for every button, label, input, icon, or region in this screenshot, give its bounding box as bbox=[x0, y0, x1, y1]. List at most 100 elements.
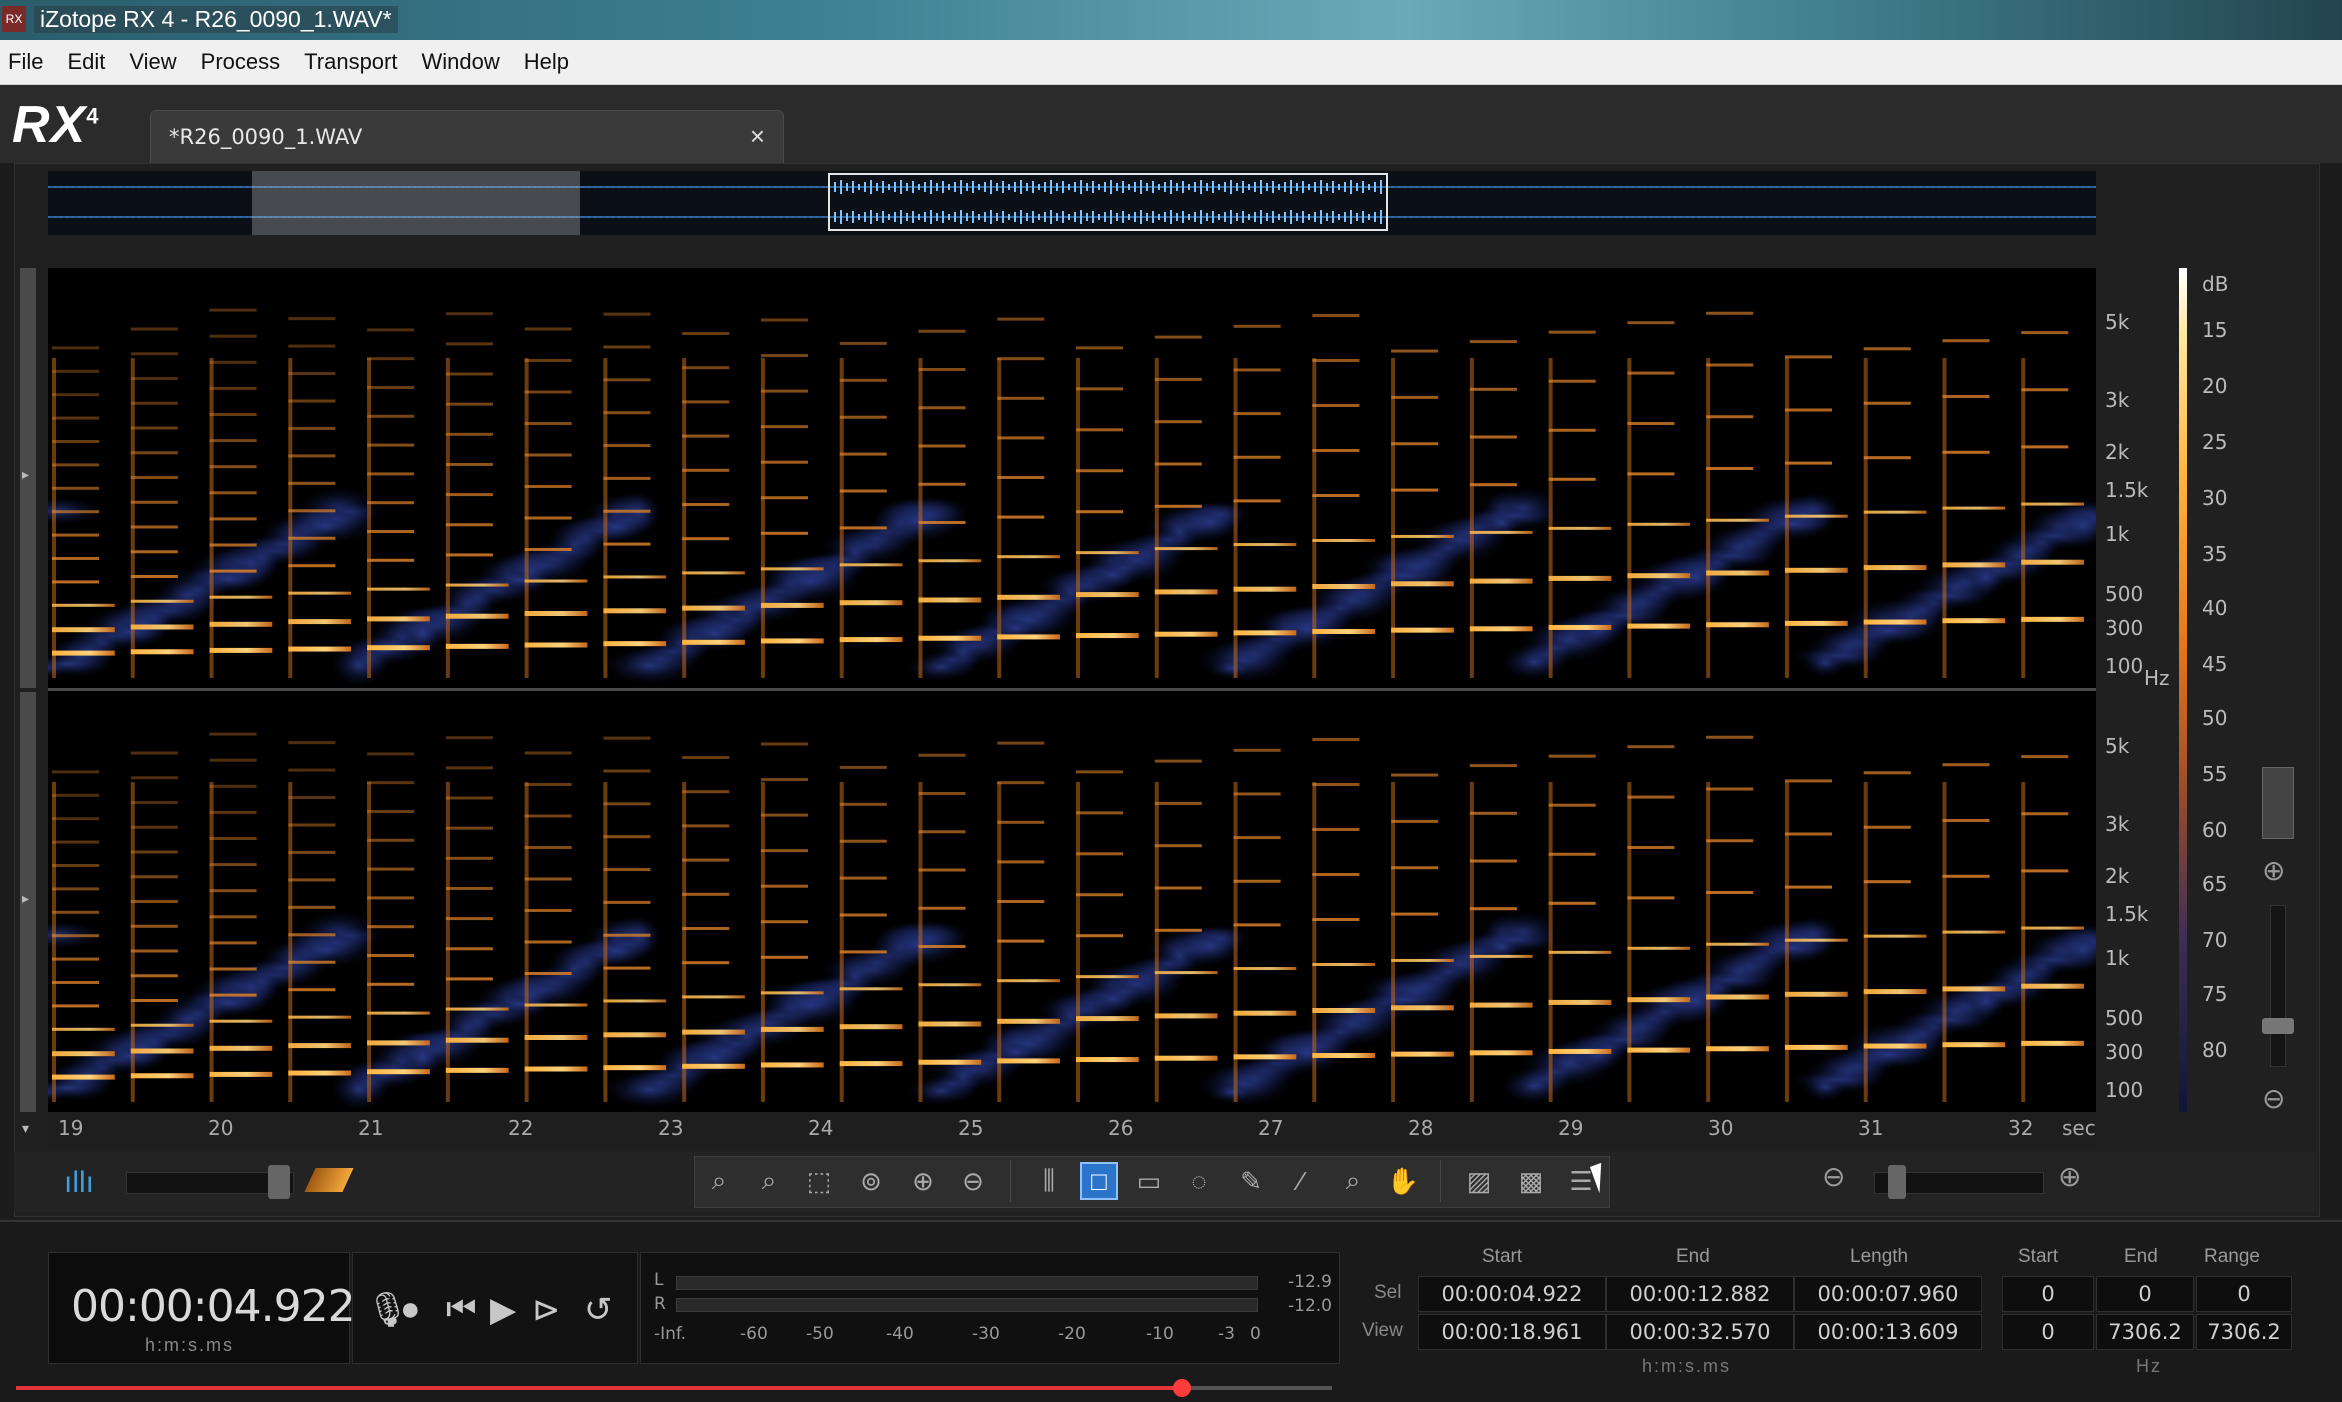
freq-label: 2k bbox=[2105, 440, 2130, 464]
sel-freq-range-field[interactable]: 0 bbox=[2196, 1276, 2292, 1312]
time-label: 30 bbox=[1708, 1116, 1734, 1140]
time-label: 24 bbox=[808, 1116, 834, 1140]
db-label: 35 bbox=[2202, 542, 2228, 566]
time-freq-select-icon[interactable]: □ bbox=[1080, 1162, 1118, 1200]
time-display[interactable]: 00:00:04.922 h:m:s.ms bbox=[48, 1252, 356, 1364]
time-label: 19 bbox=[58, 1116, 84, 1140]
playback-progress-fill bbox=[16, 1386, 1182, 1390]
freq-zoom-slider-knob[interactable] bbox=[2262, 1018, 2294, 1034]
time-label: 25 bbox=[958, 1116, 984, 1140]
lasso-icon[interactable]: ◌ bbox=[1180, 1162, 1218, 1200]
zoom-all-icon[interactable]: ⊚ bbox=[852, 1162, 890, 1200]
spectrum-1-icon[interactable]: ▨ bbox=[1460, 1162, 1498, 1200]
zoom-out-freq-icon[interactable]: ⊖ bbox=[954, 1162, 992, 1200]
sel-freq-end-field[interactable]: 0 bbox=[2096, 1276, 2194, 1312]
overview-view-window[interactable] bbox=[828, 173, 1388, 231]
spectrum-2-icon[interactable]: ▩ bbox=[1512, 1162, 1550, 1200]
freq-label: 3k bbox=[2105, 388, 2130, 412]
db-label: 70 bbox=[2202, 928, 2228, 952]
freq-select-icon[interactable]: ▭ bbox=[1130, 1162, 1168, 1200]
current-time: 00:00:04.922 bbox=[71, 1281, 356, 1332]
time-label: 31 bbox=[1858, 1116, 1884, 1140]
app-icon[interactable]: RX bbox=[2, 6, 26, 32]
channel-divider bbox=[48, 688, 2096, 691]
view-length-field[interactable]: 00:00:13.609 bbox=[1794, 1314, 1982, 1350]
db-label: 15 bbox=[2202, 318, 2228, 342]
collapse-arrow-icon[interactable]: ▾ bbox=[22, 1120, 29, 1137]
menu-transport[interactable]: Transport bbox=[296, 49, 413, 75]
freq-label: 300 bbox=[2105, 1040, 2144, 1064]
sel-start-field[interactable]: 00:00:04.922 bbox=[1418, 1276, 1606, 1312]
view-freq-start-field[interactable]: 0 bbox=[2002, 1314, 2094, 1350]
meter-scale-label: -10 bbox=[1146, 1324, 1174, 1344]
overview-selection[interactable] bbox=[252, 171, 580, 235]
close-tab-icon[interactable]: × bbox=[750, 121, 765, 152]
find-similar-icon[interactable]: ⌕ bbox=[1334, 1162, 1372, 1200]
waveform-overview[interactable] bbox=[48, 171, 2096, 235]
zoom-in-time-icon[interactable]: ⌕ bbox=[700, 1162, 738, 1200]
zoom-selection-icon[interactable]: ⬚ bbox=[800, 1162, 838, 1200]
menu-view[interactable]: View bbox=[121, 49, 192, 75]
db-label: 20 bbox=[2202, 374, 2228, 398]
freq-header-start: Start bbox=[2018, 1246, 2059, 1267]
meter-scale-label: -20 bbox=[1058, 1324, 1086, 1344]
freq-label: 100 bbox=[2105, 654, 2144, 678]
loop-button[interactable]: ↺ bbox=[584, 1290, 613, 1330]
skip-to-start-button[interactable]: ⏮ bbox=[446, 1290, 477, 1329]
play-selection-button[interactable]: ⊳ bbox=[532, 1290, 561, 1330]
time-ruler[interactable] bbox=[48, 1112, 2096, 1148]
playback-progress-knob[interactable] bbox=[1172, 1379, 1191, 1397]
db-label: 65 bbox=[2202, 872, 2228, 896]
view-freq-end-field[interactable]: 7306.2 bbox=[2096, 1314, 2194, 1350]
db-color-scale bbox=[2179, 268, 2187, 1112]
time-label: 21 bbox=[358, 1116, 384, 1140]
title-bar: RX iZotope RX 4 - R26_0090_1.WAV* bbox=[0, 0, 2342, 40]
sel-length-field[interactable]: 00:00:07.960 bbox=[1794, 1276, 1982, 1312]
expand-arrow-icon[interactable]: ▸ bbox=[22, 466, 29, 483]
blend-slider-knob[interactable] bbox=[268, 1165, 290, 1199]
menu-edit[interactable]: Edit bbox=[59, 49, 121, 75]
color-map-thumbnail[interactable] bbox=[2262, 767, 2294, 839]
meter-right-label: R bbox=[654, 1294, 666, 1314]
view-freq-range-field[interactable]: 7306.2 bbox=[2196, 1314, 2292, 1350]
menu-process[interactable]: Process bbox=[193, 49, 296, 75]
freq-zoom-slider[interactable] bbox=[2270, 905, 2286, 1067]
brush-icon[interactable]: ✎ bbox=[1232, 1162, 1270, 1200]
view-start-field[interactable]: 00:00:18.961 bbox=[1418, 1314, 1606, 1350]
sel-end-field[interactable]: 00:00:12.882 bbox=[1606, 1276, 1794, 1312]
record-button[interactable]: ● bbox=[400, 1290, 421, 1329]
meter-scale-label: -60 bbox=[740, 1324, 768, 1344]
meter-left-bar bbox=[676, 1276, 1258, 1290]
sel-freq-start-field[interactable]: 0 bbox=[2002, 1276, 2094, 1312]
time-label: 20 bbox=[208, 1116, 234, 1140]
info-header-end: End bbox=[1676, 1246, 1710, 1267]
meter-scale-label: -40 bbox=[886, 1324, 914, 1344]
view-end-field[interactable]: 00:00:32.570 bbox=[1606, 1314, 1794, 1350]
file-tab[interactable]: *R26_0090_1.WAV × bbox=[150, 110, 784, 164]
time-label: 32 bbox=[2008, 1116, 2034, 1140]
meter-scale-label: -3 bbox=[1218, 1324, 1235, 1344]
time-format-label: h:m:s.ms bbox=[145, 1335, 235, 1355]
zoom-out-time-icon[interactable]: ⊖ bbox=[1822, 1160, 1845, 1193]
zoom-out-time-icon[interactable]: ⌕ bbox=[750, 1162, 788, 1200]
menu-help[interactable]: Help bbox=[516, 49, 585, 75]
db-label: 75 bbox=[2202, 982, 2228, 1006]
menu-file[interactable]: File bbox=[0, 49, 59, 75]
info-header-start: Start bbox=[1482, 1246, 1523, 1267]
play-button[interactable]: ▶ bbox=[490, 1290, 516, 1330]
magic-wand-icon[interactable]: ⁄ bbox=[1282, 1162, 1320, 1200]
zoom-in-freq-icon[interactable]: ⊕ bbox=[2262, 854, 2285, 887]
time-label: 23 bbox=[658, 1116, 684, 1140]
waveform-view-icon[interactable]: ıllı bbox=[64, 1166, 94, 1200]
time-select-icon[interactable]: ⫼ bbox=[1030, 1162, 1068, 1200]
zoom-out-freq-icon[interactable]: ⊖ bbox=[2262, 1082, 2285, 1115]
expand-arrow-icon[interactable]: ▸ bbox=[22, 890, 29, 907]
menu-window[interactable]: Window bbox=[413, 49, 515, 75]
time-zoom-slider-knob[interactable] bbox=[1888, 1165, 1906, 1199]
db-label: 25 bbox=[2202, 430, 2228, 454]
freq-header-end: End bbox=[2124, 1246, 2158, 1267]
sel-row-label: Sel bbox=[1374, 1282, 1402, 1303]
zoom-in-time-icon[interactable]: ⊕ bbox=[2058, 1160, 2081, 1193]
hand-icon[interactable]: ✋ bbox=[1384, 1162, 1422, 1200]
zoom-in-freq-icon[interactable]: ⊕ bbox=[904, 1162, 942, 1200]
